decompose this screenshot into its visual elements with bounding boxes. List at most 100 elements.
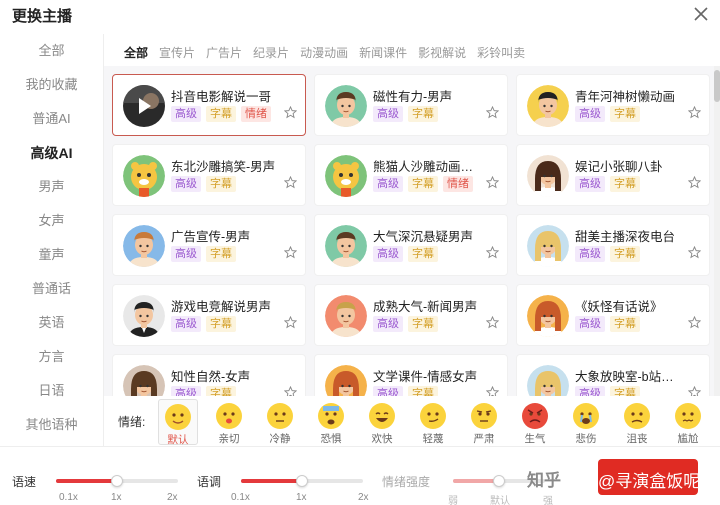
favorite-star-icon[interactable]	[688, 106, 701, 119]
voice-avatar	[325, 225, 367, 267]
voice-avatar	[325, 295, 367, 337]
fear-face-icon	[318, 403, 344, 429]
close-icon[interactable]	[691, 4, 711, 24]
emotion-option[interactable]: 悲伤	[566, 399, 606, 445]
sidebar-item[interactable]: 我的收藏	[0, 68, 103, 102]
emotion-option[interactable]: 沮丧	[617, 399, 657, 445]
emotion-option[interactable]: 尴尬	[668, 399, 708, 445]
scene-tab[interactable]: 彩铃叫卖	[477, 44, 525, 62]
voice-card[interactable]: 《妖怪有话说》 高级 字幕	[516, 284, 710, 346]
sidebar-item[interactable]: 女声	[0, 204, 103, 238]
voice-card[interactable]: 大象放映室-b站… 高级 字幕	[516, 354, 710, 396]
sidebar-item[interactable]: 日语	[0, 374, 103, 408]
scene-tab[interactable]: 纪录片	[253, 44, 289, 62]
voice-tag: 高级	[575, 386, 605, 396]
sidebar-item[interactable]: 英语	[0, 306, 103, 340]
speed-slider-handle[interactable]	[111, 475, 123, 487]
sidebar-item[interactable]: 男声	[0, 170, 103, 204]
voice-tag: 字幕	[206, 316, 236, 332]
voice-name: 文学课件-情感女声	[373, 370, 478, 384]
emotion-option[interactable]: 亲切	[209, 399, 249, 445]
favorite-star-icon[interactable]	[688, 386, 701, 396]
voice-avatar	[527, 225, 569, 267]
laugh-face-icon	[369, 403, 395, 429]
voice-name: 娱记小张聊八卦	[575, 160, 663, 174]
favorite-star-icon[interactable]	[284, 106, 297, 119]
favorite-star-icon[interactable]	[486, 176, 499, 189]
speed-tick-min: 0.1x	[59, 492, 78, 503]
voice-name: 甜美主播深夜电台	[575, 230, 676, 244]
pitch-slider[interactable]	[241, 475, 363, 487]
voice-card[interactable]: 甜美主播深夜电台 高级 字幕	[516, 214, 710, 276]
pitch-tick-max: 2x	[358, 492, 369, 503]
scene-tab[interactable]: 广告片	[206, 44, 242, 62]
pitch-slider-handle[interactable]	[296, 475, 308, 487]
scrollbar-thumb[interactable]	[714, 70, 720, 102]
confirm-button[interactable]: @寻演盒饭呢	[598, 459, 701, 495]
sidebar-item[interactable]: 普通话	[0, 272, 103, 306]
favorite-star-icon[interactable]	[486, 246, 499, 259]
voice-card[interactable]: 熊猫人沙雕动画… 高级 字幕 情绪	[314, 144, 508, 206]
voice-tag: 字幕	[610, 316, 640, 332]
favorite-star-icon[interactable]	[284, 316, 297, 329]
sidebar-item[interactable]: 童声	[0, 238, 103, 272]
pitch-label: 语调	[197, 475, 222, 489]
scene-tab[interactable]: 宣传片	[159, 44, 195, 62]
speed-slider[interactable]	[56, 475, 178, 487]
emotion-option[interactable]: 恐惧	[311, 399, 351, 445]
scene-tab[interactable]: 全部	[124, 44, 148, 62]
voice-card[interactable]: 知性自然-女声 高级 字幕	[112, 354, 306, 396]
emotion-option-label: 轻蔑	[422, 433, 444, 445]
scene-tab[interactable]: 影视解说	[418, 44, 466, 62]
voice-card[interactable]: 抖音电影解说一哥 高级 字幕 情绪	[112, 74, 306, 136]
scene-tab[interactable]: 动漫动画	[300, 44, 348, 62]
sidebar-item[interactable]: 其他语种	[0, 408, 103, 442]
voice-card[interactable]: 游戏电竞解说男声 高级 字幕	[112, 284, 306, 346]
emotion-option[interactable]: 欢快	[362, 399, 402, 445]
pitch-slider-fill	[241, 479, 302, 483]
emotion-option[interactable]: 严肃	[464, 399, 504, 445]
favorite-star-icon[interactable]	[486, 106, 499, 119]
voice-tag: 字幕	[206, 246, 236, 262]
voice-card[interactable]: 青年河神树懒动画 高级 字幕	[516, 74, 710, 136]
voice-card[interactable]: 磁性有力-男声 高级 字幕	[314, 74, 508, 136]
serious-face-icon	[471, 403, 497, 429]
watermark-text: @寻演盒饭呢	[598, 472, 701, 491]
voice-tag: 字幕	[610, 176, 640, 192]
scene-tabs: 全部 宣传片 广告片 纪录片 动漫动画 新闻课件 影视解说 彩铃叫卖	[124, 44, 536, 62]
voice-name: 熊猫人沙雕动画…	[373, 160, 474, 174]
emotion-option[interactable]: 轻蔑	[413, 399, 453, 445]
cry-face-icon	[573, 403, 599, 429]
voice-tags: 高级 字幕	[171, 176, 241, 192]
voice-avatar	[123, 85, 165, 127]
favorite-star-icon[interactable]	[284, 246, 297, 259]
favorite-star-icon[interactable]	[486, 386, 499, 396]
favorite-star-icon[interactable]	[688, 246, 701, 259]
voice-card[interactable]: 娱记小张聊八卦 高级 字幕	[516, 144, 710, 206]
emotion-option[interactable]: 默认	[158, 399, 198, 446]
scene-tab[interactable]: 新闻课件	[359, 44, 407, 62]
voice-tag: 字幕	[610, 246, 640, 262]
grid-scrollbar[interactable]	[714, 66, 720, 396]
sidebar-item[interactable]: 方言	[0, 340, 103, 374]
sidebar-item[interactable]: 全部	[0, 34, 103, 68]
favorite-star-icon[interactable]	[284, 176, 297, 189]
voice-card[interactable]: 东北沙雕搞笑-男声 高级 字幕	[112, 144, 306, 206]
emotion-option[interactable]: 生气	[515, 399, 555, 445]
favorite-star-icon[interactable]	[284, 386, 297, 396]
intensity-slider-handle[interactable]	[493, 475, 505, 487]
kiss-face-icon	[216, 403, 242, 429]
voice-card[interactable]: 大气深沉悬疑男声 高级 字幕	[314, 214, 508, 276]
sidebar-item[interactable]: 高级AI	[0, 136, 103, 170]
voice-card[interactable]: 广告宣传-男声 高级 字幕	[112, 214, 306, 276]
favorite-star-icon[interactable]	[486, 316, 499, 329]
voice-tag: 高级	[575, 176, 605, 192]
favorite-star-icon[interactable]	[688, 176, 701, 189]
emotion-option[interactable]: 冷静	[260, 399, 300, 445]
voice-card[interactable]: 文学课件-情感女声 高级 字幕	[314, 354, 508, 396]
voice-name: 广告宣传-男声	[171, 230, 251, 244]
sidebar-item[interactable]: 普通AI	[0, 102, 103, 136]
voice-tag: 高级	[171, 176, 201, 192]
voice-card[interactable]: 成熟大气-新闻男声 高级 字幕	[314, 284, 508, 346]
favorite-star-icon[interactable]	[688, 316, 701, 329]
